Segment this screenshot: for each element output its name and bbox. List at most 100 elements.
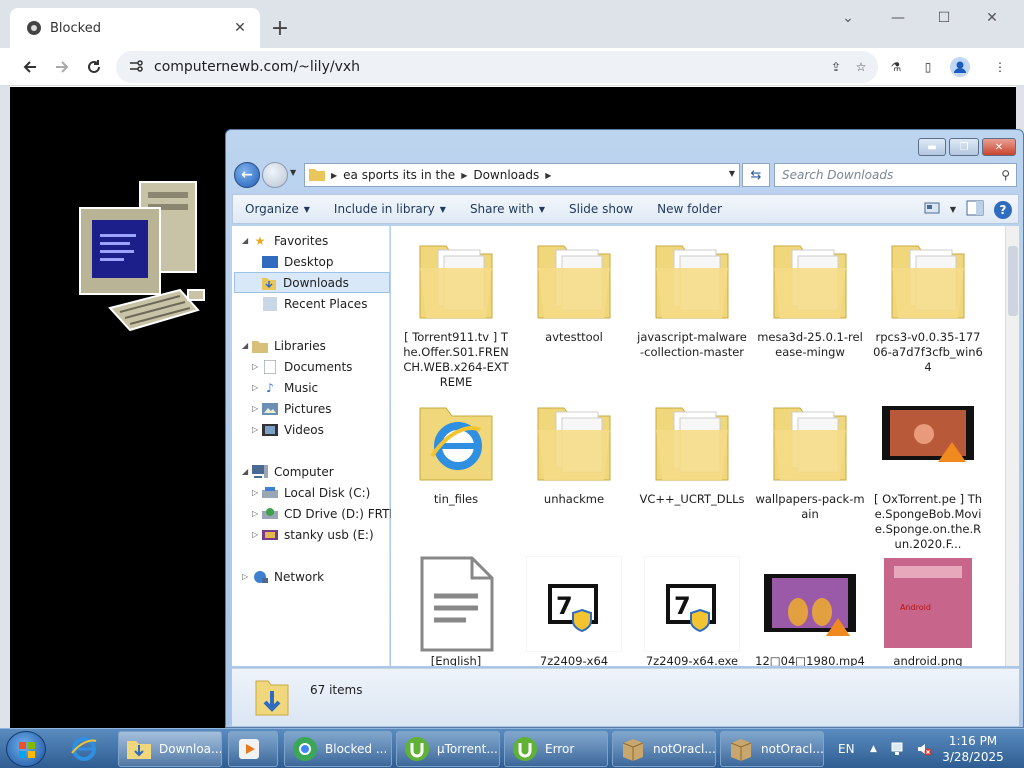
close-window-icon[interactable]: ✕	[970, 4, 1014, 32]
nav-documents[interactable]: Documents	[262, 356, 352, 377]
explorer-minimize-icon[interactable]: ▬	[918, 138, 946, 156]
history-dropdown-icon[interactable]: ▼	[290, 168, 302, 182]
network-tray-icon[interactable]	[890, 729, 906, 768]
task-downloads[interactable]: Downloa...	[118, 731, 222, 767]
explorer-refresh-icon[interactable]: ⇆	[742, 163, 770, 187]
ie-pinned-icon[interactable]	[64, 731, 112, 767]
file-tile[interactable]: 12□04□1980.mp4	[755, 556, 865, 666]
folder-tile[interactable]: javascript-malware-collection-master	[637, 232, 747, 360]
new-folder-button[interactable]: New folder	[645, 202, 734, 216]
folder-tile[interactable]: rpcs3-v0.0.35-17706-a7d7f3cfb_win64	[873, 232, 983, 375]
volume-muted-icon[interactable]	[916, 729, 932, 768]
nav-network[interactable]: Network	[252, 566, 324, 587]
collapse-arrow-icon[interactable]: ▷	[252, 383, 262, 392]
site-info-icon[interactable]	[128, 58, 144, 77]
nav-music[interactable]: ♪ Music	[262, 377, 318, 398]
share-with-button[interactable]: Share with ▼	[458, 202, 557, 216]
folder-tile[interactable]: VC++_UCRT_DLLs	[637, 394, 747, 507]
nav-videos[interactable]: Videos	[262, 419, 324, 440]
address-bar[interactable]: computernewb.com/~lily/vxh	[116, 51, 878, 83]
file-tile[interactable]: 7 7z2409-x64.exe	[637, 555, 747, 666]
show-hidden-icons-icon[interactable]: ▲	[870, 729, 877, 768]
nav-usb-drive[interactable]: stanky usb (E:)	[262, 524, 374, 545]
task-blocked[interactable]: Blocked ...	[284, 731, 392, 767]
nav-favorites[interactable]: ★ Favorites	[252, 230, 329, 251]
start-button[interactable]	[6, 731, 46, 767]
tab-close-icon[interactable]: ✕	[228, 16, 252, 40]
folder-tile[interactable]: [ Torrent911.tv ] The.Offer.S01.FRENCH.W…	[401, 232, 511, 390]
nav-libraries[interactable]: Libraries	[252, 335, 326, 356]
nav-recent-places[interactable]: Recent Places	[262, 293, 367, 314]
view-dropdown-icon[interactable]: ▼	[950, 205, 956, 214]
forward-icon[interactable]	[48, 53, 76, 81]
tab-blocked[interactable]: Blocked ✕	[10, 8, 260, 48]
bookmark-star-icon[interactable]: ☆	[851, 57, 871, 77]
profile-icon[interactable]	[950, 57, 970, 77]
task-error[interactable]: Error	[504, 731, 608, 767]
explorer-maximize-icon[interactable]: ❐	[949, 138, 979, 156]
task-notoracle-2[interactable]: notOracl...	[720, 731, 824, 767]
nav-computer[interactable]: Computer	[252, 461, 334, 482]
minimize-icon[interactable]: —	[876, 4, 920, 32]
task-notoracle-1[interactable]: notOracl...	[612, 731, 716, 767]
folder-tile[interactable]: unhackme	[519, 394, 629, 507]
breadcrumb-separator-icon[interactable]: ▶	[545, 171, 551, 180]
help-icon[interactable]: ?	[994, 200, 1012, 219]
folder-tile[interactable]: avtesttool	[519, 232, 629, 345]
language-indicator[interactable]: EN	[838, 729, 855, 768]
explorer-forward-icon[interactable]	[262, 162, 288, 188]
new-tab-button[interactable]: +	[266, 14, 294, 42]
expand-arrow-icon[interactable]: ◢	[242, 236, 252, 245]
back-icon[interactable]	[16, 53, 44, 81]
nav-pictures[interactable]: Pictures	[262, 398, 332, 419]
network-icon	[252, 569, 268, 585]
file-tile[interactable]: [English]	[401, 556, 511, 666]
collapse-arrow-icon[interactable]: ▷	[242, 572, 252, 581]
collapse-arrow-icon[interactable]: ▷	[252, 404, 262, 413]
vertical-scrollbar[interactable]	[1005, 226, 1019, 666]
explorer-back-icon[interactable]: ←	[234, 162, 260, 188]
nav-local-disk[interactable]: Local Disk (C:)	[262, 482, 370, 503]
side-panel-icon[interactable]: ▯	[918, 57, 938, 77]
expand-arrow-icon[interactable]: ◢	[242, 341, 252, 350]
folder-tile[interactable]: wallpapers-pack-main	[755, 394, 865, 522]
extensions-icon[interactable]: ⚗	[886, 57, 906, 77]
task-utorrent[interactable]: µTorrent...	[396, 731, 500, 767]
breadcrumb-separator-icon[interactable]: ▶	[461, 171, 467, 180]
file-tile[interactable]: 7 7z2409-x64	[519, 555, 629, 666]
folder-icon	[644, 394, 740, 490]
organize-button[interactable]: Organize ▼	[233, 202, 322, 216]
system-clock[interactable]: 1:16 PM 3/28/2025	[940, 733, 1006, 765]
folder-tile[interactable]: mesa3d-25.0.1-release-mingw	[755, 232, 865, 360]
change-view-icon[interactable]	[924, 201, 940, 218]
breadcrumb-item[interactable]: Downloads	[473, 168, 539, 182]
reload-icon[interactable]	[80, 53, 108, 81]
explorer-close-icon[interactable]: ✕	[982, 138, 1016, 156]
menu-icon[interactable]: ⋮	[990, 57, 1010, 77]
collapse-arrow-icon[interactable]: ▷	[252, 509, 262, 518]
nav-libraries-label: Libraries	[274, 338, 326, 353]
file-tile[interactable]: [ OxTorrent.pe ] The.SpongeBob.Movie.Spo…	[873, 394, 983, 552]
collapse-arrow-icon[interactable]: ▷	[252, 362, 262, 371]
breadcrumb-item[interactable]: ea sports its in the	[343, 168, 455, 182]
maximize-icon[interactable]: ☐	[922, 4, 966, 32]
scrollbar-thumb[interactable]	[1008, 246, 1018, 316]
nav-downloads[interactable]: Downloads	[234, 272, 390, 293]
nav-desktop[interactable]: Desktop	[262, 251, 334, 272]
explorer-address-bar[interactable]: ▶ ea sports its in the ▶ Downloads ▶ ▼	[304, 163, 740, 187]
expand-arrow-icon[interactable]: ◢	[242, 467, 252, 476]
address-dropdown-icon[interactable]: ▼	[729, 169, 735, 178]
explorer-search-input[interactable]: Search Downloads ⚲	[774, 163, 1017, 187]
task-media[interactable]	[228, 731, 278, 767]
preview-pane-icon[interactable]	[966, 200, 984, 219]
collapse-arrow-icon[interactable]: ▷	[252, 530, 262, 539]
slide-show-button[interactable]: Slide show	[557, 202, 645, 216]
nav-cd-drive[interactable]: CD Drive (D:) FRTME	[262, 503, 407, 524]
collapse-arrow-icon[interactable]: ▷	[252, 488, 262, 497]
collapse-arrow-icon[interactable]: ▷	[252, 425, 262, 434]
folder-tile[interactable]: tin_files	[401, 394, 511, 507]
file-tile[interactable]: Android android.png	[873, 556, 983, 666]
share-icon[interactable]: ⇪	[826, 57, 846, 77]
tab-search-icon[interactable]: ⌄	[826, 4, 870, 32]
include-in-library-button[interactable]: Include in library ▼	[322, 202, 458, 216]
